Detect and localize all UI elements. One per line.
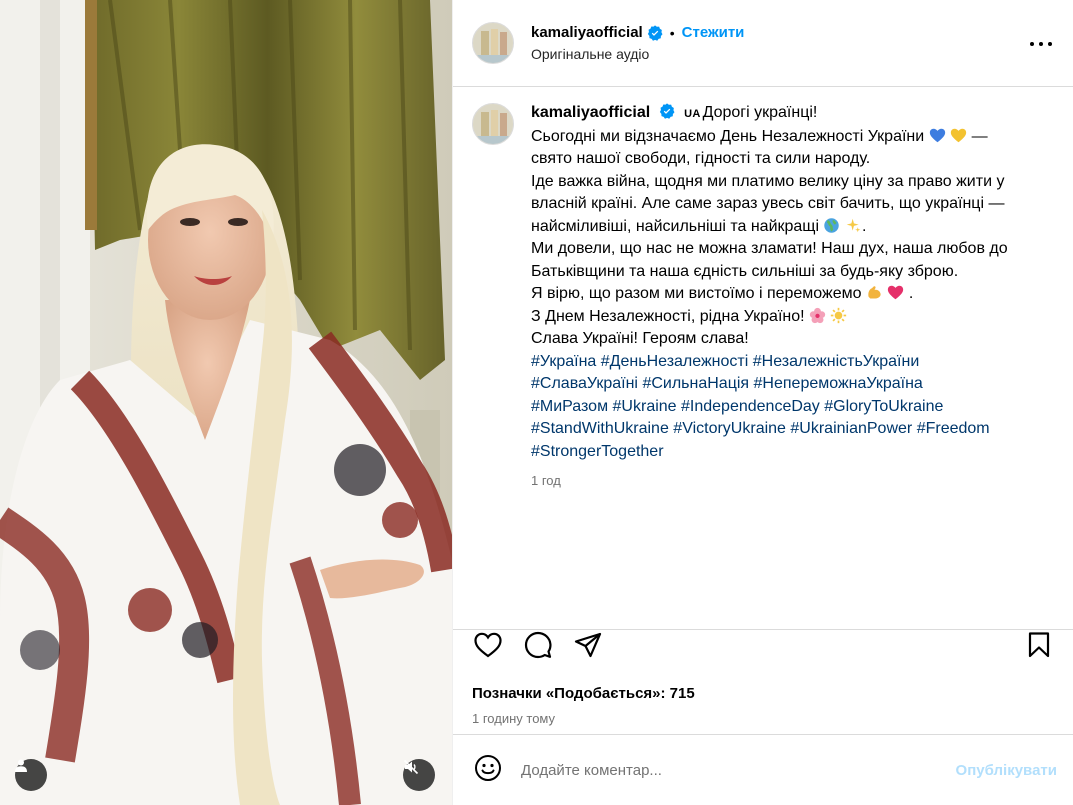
video-frame bbox=[0, 0, 452, 805]
action-bar bbox=[472, 631, 1055, 664]
post-date[interactable]: 1 годину тому bbox=[472, 711, 1055, 726]
heart-icon bbox=[474, 632, 502, 663]
caption-period: . bbox=[908, 285, 914, 302]
caption-username[interactable]: kamaliyaofficial bbox=[531, 104, 650, 121]
globe-icon bbox=[823, 217, 840, 234]
caption: kamaliyaofficial UA Дорогі українці! Сьог… bbox=[472, 102, 1055, 493]
caption-timestamp[interactable]: 1 год bbox=[531, 470, 1055, 493]
send-icon bbox=[574, 632, 602, 663]
comment-button[interactable] bbox=[522, 631, 554, 664]
mute-button[interactable] bbox=[403, 759, 435, 791]
caption-period: . bbox=[861, 217, 867, 235]
more-horizontal-icon bbox=[1029, 34, 1053, 52]
save-button[interactable] bbox=[1023, 632, 1055, 664]
header-name-row: kamaliyaofficial • Стежити bbox=[531, 24, 1027, 41]
add-comment-bar: Опублікувати bbox=[453, 734, 1073, 805]
hashtag-link[interactable]: #UkrainianPower bbox=[790, 420, 912, 437]
post-details-panel: kamaliyaofficial • Стежити Оригінальне а… bbox=[452, 0, 1073, 805]
caption-text-line5: Я вірю, що разом ми вистоїмо і переможем… bbox=[531, 285, 862, 302]
blue-heart-icon bbox=[929, 127, 946, 144]
hashtag-link[interactable]: #Україна bbox=[531, 353, 596, 370]
caption-line-6: З Днем Незалежності, рідна Україно! bbox=[531, 306, 1055, 329]
caption-line-5: Я вірю, що разом ми вистоїмо і переможем… bbox=[531, 283, 1055, 306]
post-media-video[interactable] bbox=[0, 0, 452, 805]
likes-count[interactable]: Позначки «Подобається»: 715 bbox=[472, 685, 1055, 702]
more-options-button[interactable] bbox=[1027, 31, 1055, 55]
caption-line-4: Ми довели, що нас не можна зламати! Наш … bbox=[531, 240, 1008, 280]
yellow-heart-icon bbox=[950, 127, 967, 144]
emoji-picker-button[interactable] bbox=[472, 754, 504, 786]
caption-line-7: Слава Україні! Героям слава! bbox=[531, 330, 749, 347]
hashtag-link[interactable]: #IndependenceDay bbox=[681, 398, 820, 415]
actions-section: Позначки «Подобається»: 715 1 годину том… bbox=[453, 629, 1073, 734]
caption-line-1: Сьогодні ми відзначаємо День Незалежност… bbox=[531, 126, 1055, 149]
sun-icon bbox=[830, 307, 847, 324]
caption-text-line3: Іде важка війна, щодня ми платимо велику… bbox=[531, 172, 1005, 235]
caption-dash: — bbox=[971, 127, 988, 145]
hashtag-link[interactable]: #VictoryUkraine bbox=[673, 420, 786, 437]
sparkles-icon bbox=[845, 217, 862, 234]
hashtag-link[interactable]: #Freedom bbox=[917, 420, 990, 437]
comment-icon bbox=[524, 631, 552, 664]
like-button[interactable] bbox=[472, 632, 504, 664]
publish-button[interactable]: Опублікувати bbox=[956, 762, 1057, 779]
post-header: kamaliyaofficial • Стежити Оригінальне а… bbox=[453, 0, 1073, 87]
hashtag-link[interactable]: #GloryToUkraine bbox=[824, 398, 943, 415]
pink-heart-icon bbox=[887, 284, 904, 301]
hashtag-link[interactable]: #StrongerTogether bbox=[531, 443, 664, 460]
hashtag-list: #Україна #ДеньНезалежності #Незалежність… bbox=[531, 351, 1055, 464]
hashtag-link[interactable]: #ДеньНезалежності bbox=[601, 353, 749, 370]
caption-avatar[interactable] bbox=[472, 103, 514, 145]
ukraine-flag-emoji: UA bbox=[684, 108, 701, 120]
comments-section: kamaliyaofficial UA Дорогі українці! Сьог… bbox=[453, 88, 1073, 629]
avatar[interactable] bbox=[472, 22, 514, 64]
hashtag-link[interactable]: #СильнаНація bbox=[642, 375, 749, 392]
tagged-users-button[interactable] bbox=[15, 759, 47, 791]
caption-line-greeting: kamaliyaofficial UA Дорогі українці! bbox=[531, 102, 1055, 126]
verified-badge-icon bbox=[659, 103, 675, 119]
verified-badge-icon bbox=[647, 24, 663, 41]
original-audio-link[interactable]: Оригінальне аудіо bbox=[531, 46, 1027, 62]
smiley-icon bbox=[474, 754, 502, 787]
caption-text-line6: З Днем Незалежності, рідна Україно! bbox=[531, 307, 805, 325]
hashtag-link[interactable]: #МиРазом bbox=[531, 398, 608, 415]
caption-text: kamaliyaofficial UA Дорогі українці! Сьог… bbox=[531, 102, 1055, 493]
comment-input[interactable] bbox=[521, 761, 956, 779]
bookmark-icon bbox=[1028, 632, 1050, 663]
separator-dot: • bbox=[669, 24, 675, 41]
flexed-biceps-icon bbox=[866, 284, 883, 301]
follow-button[interactable]: Стежити bbox=[682, 24, 745, 41]
username-link[interactable]: kamaliyaofficial bbox=[531, 24, 643, 41]
hashtag-link[interactable]: #НепереможнаУкраїна bbox=[754, 375, 923, 392]
caption-text-line1: Сьогодні ми відзначаємо День Незалежност… bbox=[531, 127, 925, 145]
caption-line-3: Іде важка війна, щодня ми платимо велику… bbox=[531, 171, 1055, 239]
blossom-icon bbox=[809, 307, 826, 324]
header-text: kamaliyaofficial • Стежити Оригінальне а… bbox=[531, 24, 1027, 62]
hashtag-link[interactable]: #НезалежністьУкраїни bbox=[753, 353, 920, 370]
hashtag-link[interactable]: #СлаваУкраїні bbox=[531, 375, 638, 392]
hashtag-link[interactable]: #StandWithUkraine bbox=[531, 420, 669, 437]
hashtag-link[interactable]: #Ukraine bbox=[613, 398, 677, 415]
share-button[interactable] bbox=[572, 632, 604, 664]
caption-line-2: свято нашої свободи, гідності та сили на… bbox=[531, 150, 871, 167]
caption-greeting: Дорогі українці! bbox=[702, 104, 818, 121]
